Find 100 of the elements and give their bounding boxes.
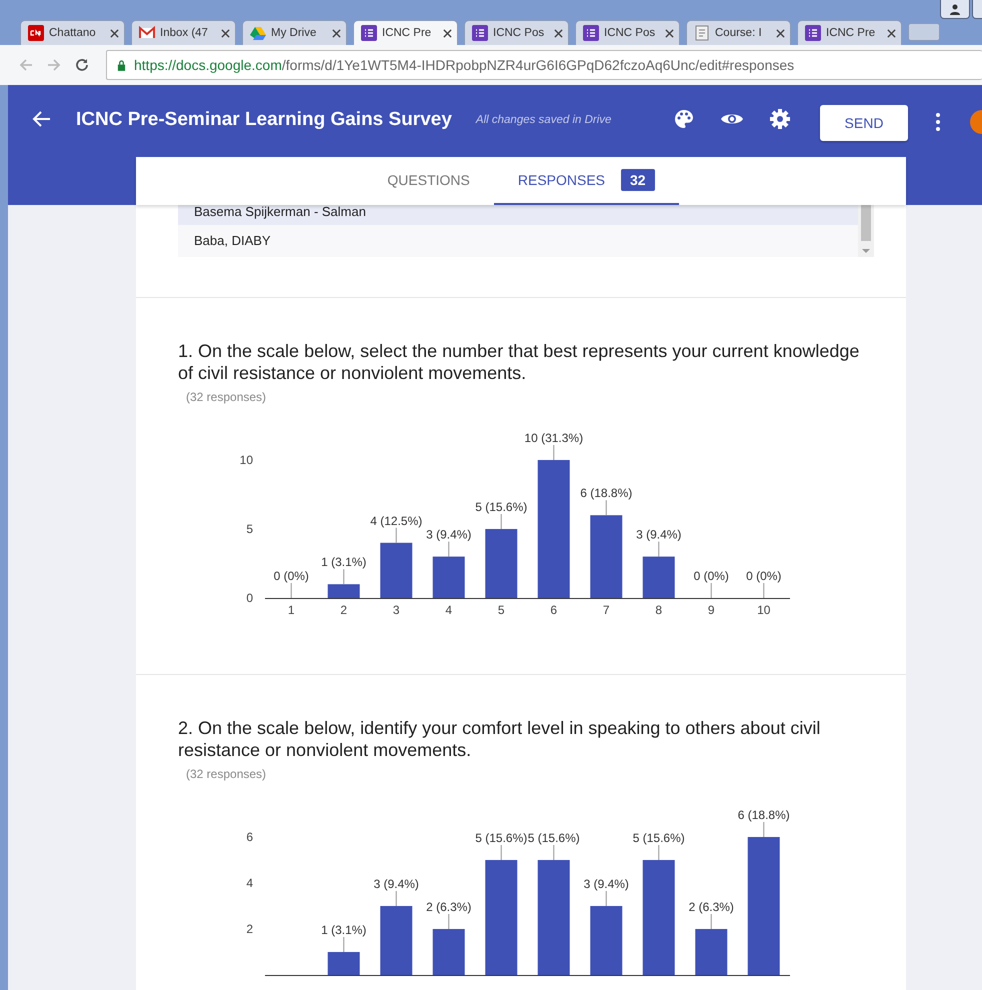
value-label: 5 (15.6%): [475, 500, 528, 514]
close-icon[interactable]: [776, 28, 785, 38]
close-icon[interactable]: [221, 28, 230, 38]
browser-tab[interactable]: ICNC Pos: [575, 20, 680, 45]
bar: [485, 529, 518, 598]
close-icon[interactable]: [332, 28, 341, 38]
browser-tab[interactable]: ICNC Pre: [797, 20, 902, 45]
tab-title: Course: I: [715, 27, 763, 39]
form-icon: [472, 25, 488, 41]
close-icon[interactable]: [887, 28, 896, 38]
leader-line: [500, 514, 502, 529]
leader-line: [553, 845, 554, 860]
y-tick-label: 6: [246, 830, 253, 844]
leader-line: [343, 937, 344, 952]
y-tick-label: 0: [246, 591, 253, 605]
response-count: (32 responses): [186, 390, 268, 404]
value-label: 6 (18.8%): [580, 486, 632, 500]
tab-title: ICNC Pre: [826, 27, 876, 39]
browser-tab[interactable]: ICNC Pre: [353, 20, 458, 45]
tab-title: Chattano: [49, 27, 97, 39]
x-tick-label: 7: [602, 603, 610, 617]
document-icon: [694, 25, 710, 41]
palette-icon[interactable]: [672, 107, 696, 131]
close-icon[interactable]: [554, 28, 563, 38]
bar: [432, 929, 465, 975]
bar: [328, 952, 360, 975]
value-label: 3 (9.4%): [584, 877, 629, 891]
value-label: 10 (31.3%): [524, 431, 584, 445]
browser-tab[interactable]: Inbox (47: [131, 20, 236, 45]
leader-line: [606, 500, 607, 516]
close-icon[interactable]: [665, 28, 674, 38]
y-tick-label: 5: [246, 522, 253, 536]
value-label: 0 (0%): [746, 569, 782, 583]
leader-line: [710, 583, 712, 598]
leader-line: [606, 891, 607, 906]
browser-tab[interactable]: Chattano: [20, 20, 125, 45]
x-tick-label: 9: [708, 603, 715, 617]
tab-title: ICNC Pos: [493, 27, 546, 39]
x-tick-label: 5: [498, 603, 505, 617]
question-title: 2. On the scale below, identify your comfort level in speaking to others about civil resistance or nonviolent movements.: [178, 717, 822, 761]
y-tick-label: 2: [246, 922, 253, 936]
value-label: 4 (12.5%): [370, 514, 422, 528]
tab-title: ICNC Pos: [604, 27, 656, 39]
bar: [590, 906, 622, 975]
bar: [380, 542, 412, 598]
value-label: 0 (0%): [694, 569, 729, 583]
value-label: 3 (9.4%): [426, 528, 472, 542]
response-count: (32 responses): [186, 767, 268, 781]
x-tick-label: 3: [392, 603, 400, 617]
value-label: 5 (15.6%): [632, 831, 685, 845]
value-label: 1 (3.1%): [321, 555, 366, 570]
value-label: 6 (18.8%): [738, 808, 790, 822]
mail-icon: [139, 25, 155, 41]
y-tick-label: 4: [246, 876, 253, 890]
respondent-item[interactable]: Basema Spijkerman - Salman: [178, 205, 858, 225]
leader-line: [710, 914, 712, 929]
reload-icon[interactable]: [74, 57, 90, 73]
tab-title: My Drive: [271, 27, 318, 39]
form-title: ICNC Pre-Seminar Learning Gains Survey: [76, 109, 452, 131]
news-logo-icon: [28, 25, 44, 41]
x-tick-label: 10: [757, 603, 770, 617]
x-tick-label: 2: [340, 603, 348, 617]
leader-line: [763, 822, 764, 837]
browser-tab[interactable]: My Drive: [242, 20, 347, 45]
save-status: All changes saved in Drive: [476, 114, 612, 126]
browser-tab[interactable]: Course: I: [686, 20, 791, 45]
x-tick-label: 1: [288, 603, 295, 617]
value-label: 1 (3.1%): [321, 923, 366, 937]
leader-line: [658, 542, 660, 557]
settings-icon[interactable]: [768, 107, 792, 131]
count-badge: 32: [621, 169, 655, 191]
bar: [380, 906, 412, 975]
leader-line: [553, 445, 554, 460]
address-field[interactable]: https://docs.google.com/forms/d/1Ye1WT5M4-IHDRpobpNZR4urG6I6GPqD62fczoAq6Unc/edit#responses: [106, 50, 982, 80]
leader-line: [448, 914, 450, 929]
value-label: 2 (6.3%): [426, 900, 472, 914]
form-tab[interactable]: QUESTIONS: [363, 157, 494, 205]
person-icon: [949, 3, 961, 15]
scrollbar[interactable]: [858, 205, 874, 257]
value-label: 5 (15.6%): [475, 831, 528, 845]
tab-title: ICNC Pre: [382, 27, 432, 39]
browser-tab[interactable]: ICNC Pos: [464, 20, 569, 45]
value-label: 5 (15.6%): [528, 831, 580, 845]
y-tick-label: 10: [240, 453, 253, 467]
triangle-logo-icon: [250, 25, 266, 41]
close-icon[interactable]: [443, 28, 452, 38]
send-button[interactable]: SEND: [820, 105, 908, 141]
leader-line: [396, 528, 397, 543]
question-title: 1. On the scale below, select the number that best represents your current knowledge of civil resistance or nonviolent movements.: [178, 340, 860, 384]
value-label: 3 (9.4%): [636, 528, 682, 542]
bar: [432, 556, 465, 598]
close-icon[interactable]: [110, 28, 119, 38]
leader-line: [658, 845, 660, 860]
form-icon: [583, 25, 599, 41]
user-button[interactable]: [940, 0, 970, 19]
value-label: 2 (6.3%): [688, 900, 734, 914]
bar: [642, 556, 675, 598]
bar: [328, 584, 360, 598]
respondent-item[interactable]: Baba, DIABY: [178, 225, 858, 257]
x-tick-label: 6: [550, 603, 558, 617]
